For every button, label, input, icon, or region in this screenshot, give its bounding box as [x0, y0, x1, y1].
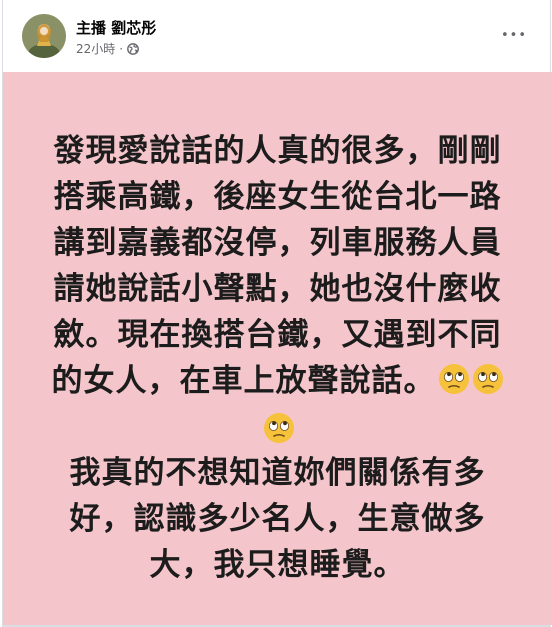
post-text-line: 我真的不想知道妳們關係有多: [69, 455, 486, 491]
post-text-paragraph-1: 發現愛說話的人真的很多，剛剛 搭乘高鐵，後座女生從台北一路 講到嘉義都沒停，列車…: [3, 128, 552, 450]
post-header: 主播 劉芯彤 22小時 · •••: [3, 0, 550, 72]
rolling-eyes-emoji-icon: [438, 364, 469, 394]
post-text-line: 斂。現在換搭台鐵，又遇到不同: [53, 317, 502, 353]
meta-separator: ·: [119, 41, 124, 56]
timestamp[interactable]: 22小時: [76, 40, 115, 57]
post-text-line-with-emoji: 的女人，在車上放聲說話。: [33, 358, 522, 404]
emoji-line: [33, 404, 522, 450]
post-text-line: 好，認識多少名人，生意做多: [69, 501, 486, 537]
post-body: 發現愛說話的人真的很多，剛剛 搭乘高鐵，後座女生從台北一路 講到嘉義都沒停，列車…: [3, 72, 552, 625]
more-icon: •••: [500, 27, 527, 43]
post-text-line: 的女人，在車上放聲說話。: [51, 363, 436, 399]
post-card: 主播 劉芯彤 22小時 · ••• 發現愛說話的人真的很多，剛剛 搭乘高鐵，後座…: [2, 0, 552, 627]
rolling-eyes-emoji-icon: [263, 413, 294, 443]
avatar-image: [22, 14, 66, 58]
post-text-line: 請她說話小聲點，她也沒什麼收: [53, 271, 502, 307]
avatar[interactable]: [22, 14, 66, 58]
rolling-eyes-emoji-icon: [472, 364, 503, 394]
globe-icon[interactable]: [127, 42, 140, 55]
post-text-line: 大，我只想睡覺。: [149, 547, 406, 583]
post-meta: 22小時 ·: [76, 40, 140, 57]
more-options-button[interactable]: •••: [496, 20, 532, 50]
post-text-paragraph-2: 我真的不想知道妳們關係有多 好，認識多少名人，生意做多 大，我只想睡覺。: [3, 450, 552, 588]
post-text-line: 發現愛說話的人真的很多，剛剛: [53, 133, 502, 169]
author-name[interactable]: 主播 劉芯彤: [76, 17, 156, 38]
post-text-line: 講到嘉義都沒停，列車服務人員: [53, 225, 502, 261]
post-text-line: 搭乘高鐵，後座女生從台北一路: [53, 179, 502, 215]
